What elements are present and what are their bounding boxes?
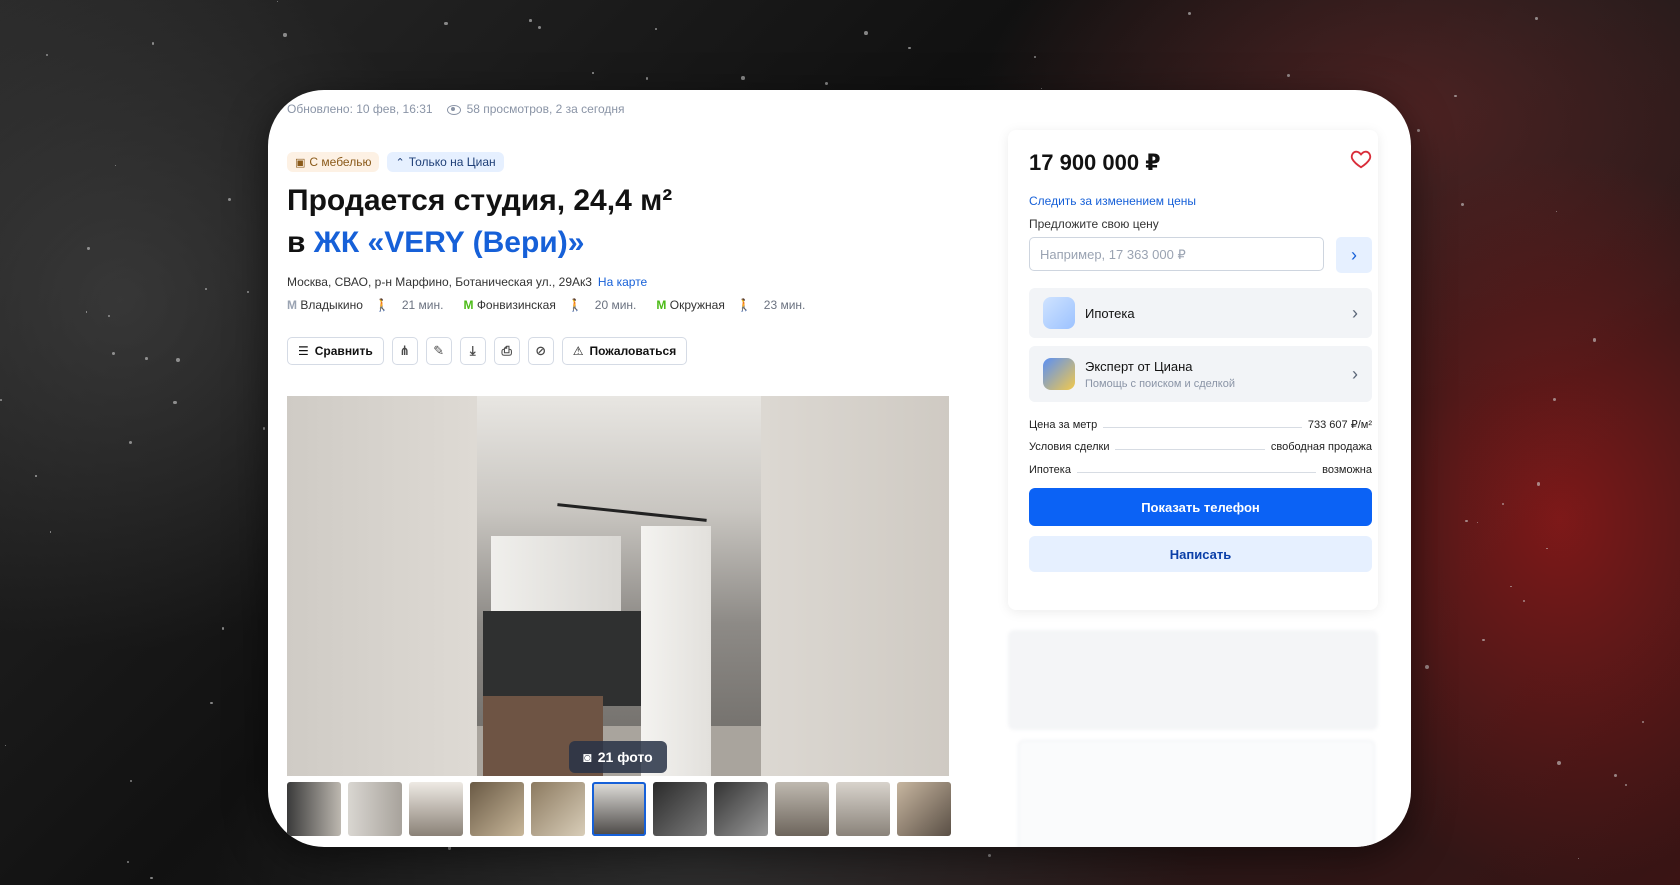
chevron-right-icon: › xyxy=(1352,302,1358,323)
price: 17 900 000 ₽ xyxy=(1029,150,1161,175)
listing-meta: Обновлено: 10 фев, 16:31 58 просмотров, … xyxy=(287,102,624,116)
gallery-thumbnail[interactable] xyxy=(470,782,524,836)
metro-item[interactable]: M Фонвизинская xyxy=(463,298,555,312)
walk-icon: 🚶 xyxy=(374,298,390,312)
offer-price-input[interactable] xyxy=(1029,237,1324,271)
address: Москва, СВАО, р-н Марфино, Ботаническая … xyxy=(287,275,647,289)
printer-icon: ⎙ xyxy=(501,343,512,358)
gallery-thumbnail[interactable] xyxy=(348,782,402,836)
walk-icon: 🚶 xyxy=(567,298,583,312)
edit-button[interactable]: ✎ xyxy=(425,337,452,365)
offer-submit-button[interactable]: › xyxy=(1336,237,1372,273)
warning-icon: ⚠ xyxy=(572,344,584,358)
page-title: Продается студия, 24,4 м² в ЖК «VERY (Ве… xyxy=(287,184,673,259)
track-price-link[interactable]: Следить за изменением цены xyxy=(1029,194,1196,208)
mortgage-service[interactable]: Ипотека › xyxy=(1029,288,1372,338)
metro-item[interactable]: M Владыкино xyxy=(287,298,363,312)
info-row: Условия сделки свободная продажа xyxy=(1029,441,1372,453)
expert-subtitle: Помощь с поиском и сделкой xyxy=(1085,377,1235,390)
info-row: Цена за метр 733 607 ₽/м² xyxy=(1029,418,1372,432)
pencil-icon: ✎ xyxy=(433,343,445,358)
cian-logo-icon: ⌃ xyxy=(395,156,405,169)
metro-time: 23 мин. xyxy=(763,298,806,312)
chevron-right-icon: › xyxy=(1351,244,1357,265)
info-row: Ипотека возможна xyxy=(1029,464,1372,476)
camera-icon: ◙ xyxy=(583,749,592,765)
gallery-thumbnail[interactable] xyxy=(409,782,463,836)
write-button[interactable]: Написать xyxy=(1029,536,1372,572)
gallery-thumbnail[interactable] xyxy=(897,782,951,836)
gallery-thumbnail[interactable] xyxy=(775,782,829,836)
metro-icon: M xyxy=(656,298,667,312)
house-icon xyxy=(1043,297,1075,329)
map-link[interactable]: На карте xyxy=(598,275,647,289)
price-sidebar: 17 900 000 ₽ Следить за изменением цены … xyxy=(1008,130,1378,610)
gallery-thumbnail[interactable] xyxy=(287,782,341,836)
updated-date: Обновлено: 10 фев, 16:31 xyxy=(287,102,433,116)
complain-button[interactable]: ⚠ Пожаловаться xyxy=(561,337,688,365)
listing-card: Обновлено: 10 фев, 16:31 58 просмотров, … xyxy=(268,90,1411,847)
share-icon: ⋔ xyxy=(399,343,411,358)
metro-list: M Владыкино 🚶 21 мин. M Фонвизинская 🚶 20 … xyxy=(287,298,805,312)
photo-count-button[interactable]: ◙ 21 фото xyxy=(569,741,667,773)
gallery-thumbnail[interactable] xyxy=(714,782,768,836)
compare-button[interactable]: ☰ Сравнить xyxy=(287,337,384,365)
main-photo[interactable]: ◙ 21 фото xyxy=(287,396,949,776)
address-text: Москва, СВАО, р-н Марфино, Ботаническая … xyxy=(287,275,592,289)
metro-icon: M xyxy=(287,298,297,312)
favorite-heart-icon[interactable] xyxy=(1350,148,1372,170)
metro-time: 21 мин. xyxy=(401,298,444,312)
expert-title: Эксперт от Циана xyxy=(1085,358,1193,374)
mortgage-label: Ипотека xyxy=(1085,305,1135,321)
complex-link[interactable]: ЖК «VERY (Вери)» xyxy=(314,226,585,259)
chevron-right-icon: › xyxy=(1352,363,1358,384)
download-button[interactable]: ⤓ xyxy=(459,337,486,365)
hide-button[interactable]: ⊘ xyxy=(527,337,554,365)
thumbnail-strip xyxy=(287,782,951,836)
metro-time: 20 мин. xyxy=(594,298,637,312)
offer-label: Предложите свою цену xyxy=(1029,217,1159,231)
print-button[interactable]: ⎙ xyxy=(493,337,520,365)
metro-icon: M xyxy=(463,298,474,312)
shield-icon xyxy=(1043,358,1075,390)
hide-icon: ⊘ xyxy=(535,343,547,358)
gallery-thumbnail[interactable] xyxy=(836,782,890,836)
badges: ▣ С мебелью ⌃ Только на Циан xyxy=(287,152,504,172)
blurred-block xyxy=(1018,740,1375,847)
download-icon: ⤓ xyxy=(469,343,476,358)
walk-icon: 🚶 xyxy=(736,298,752,312)
gallery-thumbnail[interactable] xyxy=(592,782,646,836)
blurred-block xyxy=(1008,630,1378,730)
share-button[interactable]: ⋔ xyxy=(391,337,418,365)
show-phone-button[interactable]: Показать телефон xyxy=(1029,488,1372,526)
gallery-thumbnail[interactable] xyxy=(531,782,585,836)
action-bar: ☰ Сравнить ⋔ ✎ ⤓ ⎙ ⊘ ⚠ Пожаловаться xyxy=(287,337,688,365)
sofa-icon: ▣ xyxy=(295,156,306,169)
views-count: 58 просмотров, 2 за сегодня xyxy=(446,102,624,116)
furniture-badge: ▣ С мебелью xyxy=(287,152,380,172)
eye-icon xyxy=(446,104,461,115)
gallery-thumbnail[interactable] xyxy=(653,782,707,836)
expert-service[interactable]: Эксперт от Циана Помощь с поиском и сдел… xyxy=(1029,346,1372,402)
metro-item[interactable]: M Окружная xyxy=(656,298,724,312)
compare-icon: ☰ xyxy=(298,344,309,358)
only-cian-badge: ⌃ Только на Циан xyxy=(387,152,504,172)
